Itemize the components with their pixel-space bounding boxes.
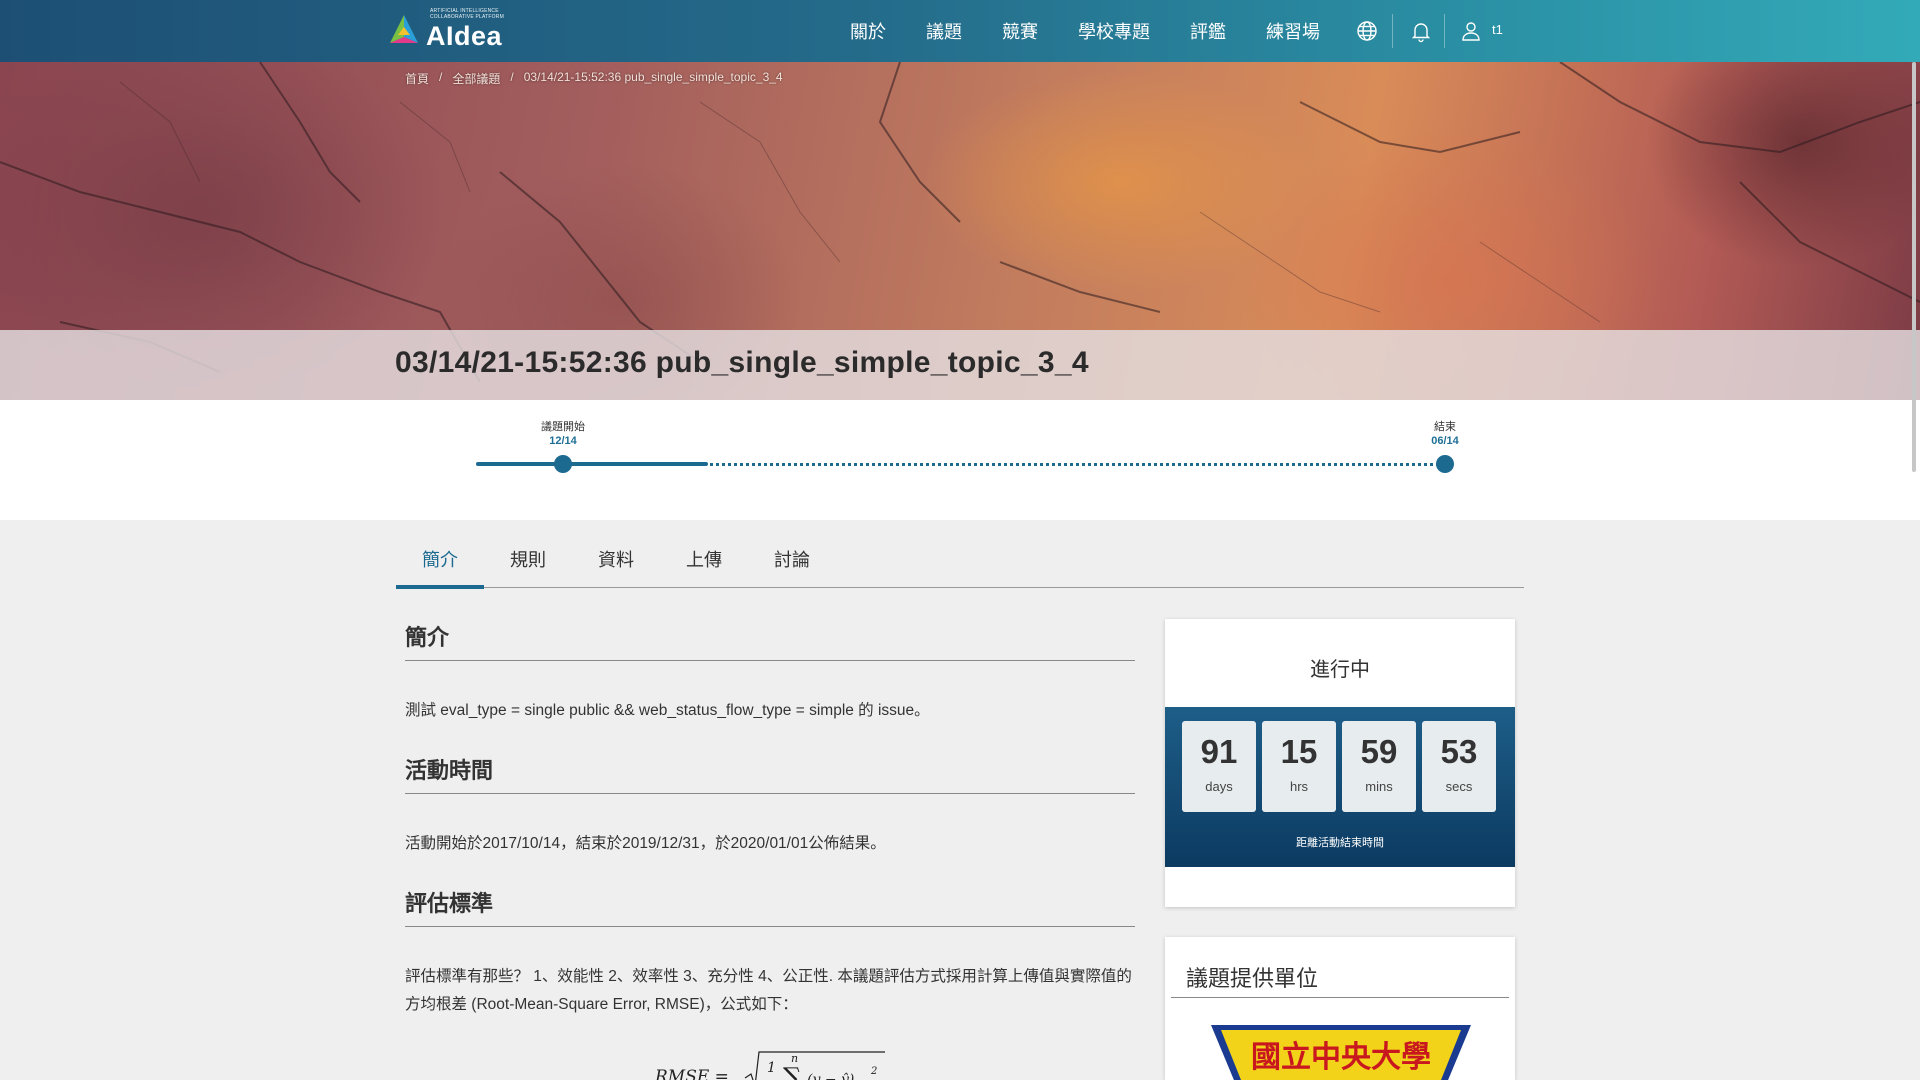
issue-tabs: 簡介 規則 資料 上傳 討論	[396, 520, 1524, 589]
logo-wordmark: AIdea	[426, 20, 503, 51]
intro-content: 簡介 測試 eval_type = single public && web_s…	[405, 620, 1135, 1080]
tab-data[interactable]: 資料	[572, 520, 660, 588]
section-text-schedule: 活動開始於2017/10/14，結束於2019/12/31，於2020/01/0…	[405, 835, 886, 852]
tab-intro[interactable]: 簡介	[396, 520, 484, 589]
breadcrumb-all-issues-link[interactable]: 全部議題	[452, 70, 500, 87]
nav-item-school-projects[interactable]: 學校專題	[1078, 18, 1150, 44]
breadcrumb-home-link[interactable]: 首頁	[405, 70, 429, 87]
svg-text:∑: ∑	[783, 1063, 802, 1080]
breadcrumb-current: 03/14/21-15:52:36 pub_single_simple_topi…	[523, 70, 783, 84]
top-navbar: ARTIFICIAL INTELLIGENCE COLLABORATIVE PL…	[0, 0, 1920, 62]
tab-upload[interactable]: 上傳	[660, 520, 748, 588]
svg-text:(y − ŷ): (y − ŷ)	[807, 1071, 854, 1080]
countdown-seconds-unit: secs	[1445, 779, 1473, 794]
svg-text:1: 1	[767, 1060, 776, 1076]
tab-rules[interactable]: 規則	[484, 520, 572, 588]
countdown-days-value: 91	[1200, 733, 1238, 770]
status-card: 進行中 91 days 15 hrs 59 mins 53 secs 距離活動結…	[1165, 619, 1515, 907]
nav-divider	[1444, 14, 1445, 48]
timeline-end-marker	[1436, 455, 1454, 473]
nav-item-evaluation[interactable]: 評鑑	[1190, 18, 1226, 44]
countdown-minutes: 59 mins	[1342, 721, 1416, 812]
tab-discussion[interactable]: 討論	[748, 520, 836, 588]
bell-icon[interactable]	[1409, 19, 1433, 43]
timeline-start-label: 議題開始	[541, 421, 585, 433]
section-text-intro: 測試 eval_type = single public && web_stat…	[405, 702, 930, 719]
breadcrumb-separator: /	[439, 70, 443, 84]
breadcrumb: 首頁 / 全部議題 / 03/14/21-15:52:36 pub_single…	[405, 70, 783, 87]
countdown-panel: 91 days 15 hrs 59 mins 53 secs 距離活動結束時間	[1165, 707, 1515, 867]
provider-card: 議題提供單位 國立中央大學	[1165, 937, 1515, 1080]
countdown-minutes-unit: mins	[1365, 779, 1393, 794]
page-scrollbar[interactable]	[1912, 62, 1916, 472]
countdown-seconds-value: 53	[1440, 733, 1478, 770]
status-title: 進行中	[1310, 659, 1370, 681]
ncu-logo: 國立中央大學	[1211, 1025, 1471, 1080]
section-heading-evaluation: 評估標準	[405, 886, 1135, 927]
aidea-logo-mark-icon	[386, 13, 422, 49]
countdown-seconds: 53 secs	[1422, 721, 1496, 812]
timeline-end-date: 06/14	[1431, 435, 1459, 447]
title-band: 03/14/21-15:52:36 pub_single_simple_topi…	[0, 330, 1920, 400]
timeline-end-label: 結束	[1434, 421, 1456, 433]
aidea-logo[interactable]: ARTIFICIAL INTELLIGENCE COLLABORATIVE PL…	[386, 7, 504, 51]
countdown-days-unit: days	[1205, 779, 1233, 794]
nav-divider	[1392, 14, 1393, 48]
svg-text:2: 2	[870, 1066, 877, 1077]
user-name[interactable]: t1	[1492, 22, 1503, 37]
section-heading-schedule: 活動時間	[405, 753, 1135, 794]
section-heading-intro: 簡介	[405, 620, 1135, 661]
timeline-start-marker	[554, 455, 572, 473]
user-icon[interactable]	[1459, 19, 1483, 43]
provider-divider	[1171, 997, 1509, 998]
breadcrumb-separator: /	[510, 70, 514, 84]
rmse-formula-label: RMSE =	[655, 1067, 729, 1080]
page-title: 03/14/21-15:52:36 pub_single_simple_topi…	[395, 346, 1089, 379]
section-text-evaluation: 評估標準有那些？ 1、效能性 2、效率性 3、充分性 4、公正性. 本議題評估方…	[405, 968, 1132, 1013]
timeline-start-date: 12/14	[549, 435, 577, 447]
timeline-remaining-track	[710, 463, 1445, 466]
nav-item-about[interactable]: 關於	[850, 18, 886, 44]
rmse-formula: RMSE = 1 n ∑ (y − ŷ) 2	[654, 1048, 915, 1080]
issue-timeline: 議題開始 12/14 結束 06/14	[0, 400, 1920, 520]
globe-icon[interactable]	[1355, 19, 1379, 43]
nav-item-practice[interactable]: 練習場	[1266, 18, 1320, 44]
main-nav: 關於 議題 競賽 學校專題 評鑑 練習場	[850, 0, 1320, 62]
nav-item-issues[interactable]: 議題	[926, 18, 962, 44]
countdown-days: 91 days	[1182, 721, 1256, 812]
nav-item-competitions[interactable]: 競賽	[1002, 18, 1038, 44]
countdown-hours-value: 15	[1280, 733, 1318, 770]
hero-banner: 首頁 / 全部議題 / 03/14/21-15:52:36 pub_single…	[0, 62, 1920, 400]
provider-title: 議題提供單位	[1186, 966, 1319, 991]
countdown-minutes-value: 59	[1360, 733, 1398, 770]
countdown-hours: 15 hrs	[1262, 721, 1336, 812]
timeline-progress-bar	[476, 462, 708, 466]
ncu-logo-text: 國立中央大學	[1251, 1040, 1431, 1075]
countdown-caption: 距離活動結束時間	[1296, 837, 1384, 849]
countdown-hours-unit: hrs	[1289, 779, 1309, 794]
logo-subtitle: ARTIFICIAL INTELLIGENCE COLLABORATIVE PL…	[430, 7, 504, 20]
